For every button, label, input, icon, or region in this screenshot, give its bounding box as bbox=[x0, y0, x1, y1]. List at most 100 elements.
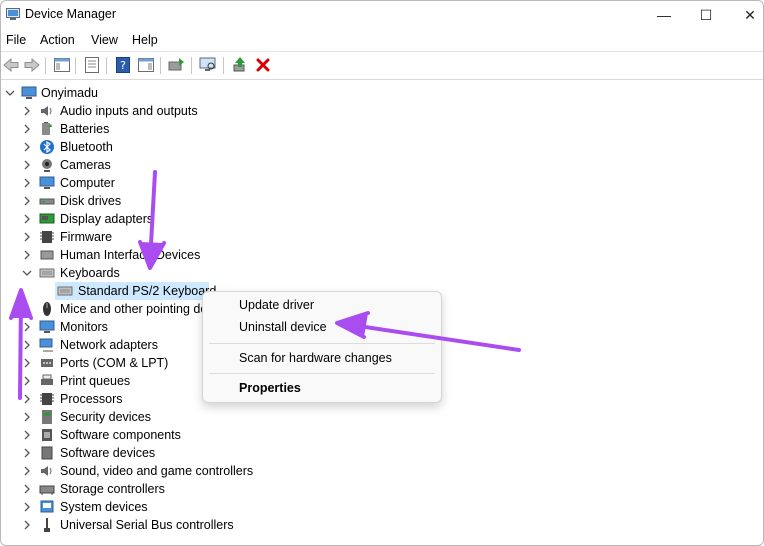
tree-category-item[interactable]: Security devices bbox=[1, 408, 401, 426]
menu-file[interactable]: File bbox=[6, 33, 26, 47]
menu-bar: File Action View Help bbox=[1, 29, 763, 52]
chevron-right-icon[interactable] bbox=[22, 448, 32, 458]
chevron-right-icon[interactable] bbox=[22, 412, 32, 422]
scan-hardware-icon[interactable] bbox=[199, 56, 217, 74]
chevron-right-icon[interactable] bbox=[22, 160, 32, 170]
tree-item-label: Human Interface Devices bbox=[60, 248, 201, 262]
chevron-right-icon[interactable] bbox=[22, 430, 32, 440]
tree-category-item[interactable]: Human Interface Devices bbox=[1, 246, 401, 264]
computer-icon bbox=[21, 86, 37, 99]
chevron-right-icon[interactable] bbox=[22, 250, 32, 260]
uninstall-device-menu-item[interactable]: Uninstall device bbox=[239, 320, 327, 334]
tree-category-item[interactable]: Cameras bbox=[1, 156, 401, 174]
tree-category-item[interactable]: System devices bbox=[1, 498, 401, 516]
close-button[interactable]: ✕ bbox=[727, 3, 763, 27]
tree-item-label: Software devices bbox=[60, 446, 156, 460]
menu-action[interactable]: Action bbox=[40, 33, 75, 47]
tree-item-label: Universal Serial Bus controllers bbox=[60, 518, 234, 532]
tree-category-item[interactable]: Keyboards bbox=[1, 264, 401, 282]
tree-item-label: Software components bbox=[60, 428, 181, 442]
tree-category-item[interactable]: Firmware bbox=[1, 228, 401, 246]
chevron-down-icon[interactable] bbox=[22, 268, 32, 278]
update-driver-icon[interactable] bbox=[168, 56, 186, 74]
speaker-icon bbox=[41, 106, 52, 116]
tree-item-label: Firmware bbox=[60, 230, 113, 244]
chevron-right-icon[interactable] bbox=[22, 466, 32, 476]
tree-item-label: Storage controllers bbox=[60, 482, 165, 496]
chevron-right-icon[interactable] bbox=[22, 358, 32, 368]
tree-category-item[interactable]: Storage controllers bbox=[1, 480, 401, 498]
tree-category-item[interactable]: Audio inputs and outputs bbox=[1, 102, 401, 120]
bluetooth-icon bbox=[40, 140, 54, 154]
port-icon bbox=[41, 359, 53, 367]
tree-category-item[interactable]: Display adapters bbox=[1, 210, 401, 228]
tree-category-item[interactable]: Software devices bbox=[1, 444, 401, 462]
chevron-right-icon[interactable] bbox=[22, 214, 32, 224]
monitor-icon bbox=[39, 176, 55, 189]
chevron-right-icon[interactable] bbox=[22, 124, 32, 134]
chevron-down-icon[interactable] bbox=[5, 88, 15, 98]
show-hide-console-tree-icon[interactable] bbox=[53, 56, 71, 74]
tree-category-item[interactable]: Software components bbox=[1, 426, 401, 444]
menu-separator bbox=[209, 343, 435, 344]
tree-item-label: Display adapters bbox=[60, 212, 154, 226]
window-title: Device Manager bbox=[25, 7, 117, 21]
tree-category-item[interactable]: Computer bbox=[1, 174, 401, 192]
chevron-right-icon[interactable] bbox=[22, 376, 32, 386]
tree-item-label: Bluetooth bbox=[60, 140, 113, 154]
minimize-icon: — bbox=[657, 7, 671, 23]
back-icon[interactable] bbox=[2, 56, 20, 74]
close-icon: ✕ bbox=[744, 6, 756, 23]
menu-help[interactable]: Help bbox=[132, 33, 158, 47]
toolbar-separator bbox=[45, 57, 46, 74]
software-device-icon bbox=[41, 446, 53, 460]
toolbar: ? bbox=[1, 52, 763, 80]
tree-item-label: Ports (COM & LPT) bbox=[60, 356, 169, 370]
chevron-right-icon[interactable] bbox=[22, 394, 32, 404]
tree-category-item[interactable]: Universal Serial Bus controllers bbox=[1, 516, 401, 534]
chevron-right-icon[interactable] bbox=[22, 322, 32, 332]
minimize-button[interactable]: — bbox=[641, 3, 687, 27]
chevron-right-icon[interactable] bbox=[22, 502, 32, 512]
chip-icon bbox=[40, 231, 54, 243]
chevron-right-icon[interactable] bbox=[22, 178, 32, 188]
title-bar: Device Manager — ☐ ✕ bbox=[1, 1, 763, 29]
tree-item-label: System devices bbox=[60, 500, 148, 514]
enable-device-icon[interactable] bbox=[231, 56, 249, 74]
chevron-right-icon[interactable] bbox=[22, 340, 32, 350]
hid-icon bbox=[40, 250, 54, 260]
speaker-icon bbox=[41, 466, 52, 476]
tree-category-item[interactable]: Sound, video and game controllers bbox=[1, 462, 401, 480]
tree-category-item[interactable]: Batteries bbox=[1, 120, 401, 138]
security-device-icon bbox=[42, 410, 52, 424]
help-icon[interactable]: ? bbox=[114, 56, 132, 74]
forward-icon[interactable] bbox=[23, 56, 41, 74]
tree-root[interactable]: Onyimadu bbox=[1, 84, 401, 102]
network-icon bbox=[39, 338, 53, 352]
menu-separator bbox=[209, 373, 435, 374]
uninstall-device-icon[interactable] bbox=[254, 56, 272, 74]
properties-menu-item[interactable]: Properties bbox=[239, 381, 301, 395]
tree-item-label: Computer bbox=[60, 176, 115, 190]
chevron-right-icon[interactable] bbox=[22, 232, 32, 242]
chevron-right-icon[interactable] bbox=[22, 106, 32, 116]
chevron-right-icon[interactable] bbox=[22, 520, 32, 530]
action-pane-icon[interactable] bbox=[137, 56, 155, 74]
scan-hardware-menu-item[interactable]: Scan for hardware changes bbox=[239, 351, 392, 365]
tree-item-label: Keyboards bbox=[60, 266, 120, 280]
properties-icon[interactable] bbox=[83, 56, 101, 74]
tree-item-label: Disk drives bbox=[60, 194, 122, 208]
update-driver-menu-item[interactable]: Update driver bbox=[239, 298, 314, 312]
maximize-button[interactable]: ☐ bbox=[683, 3, 729, 27]
chevron-right-icon[interactable] bbox=[22, 196, 32, 206]
battery-icon bbox=[42, 122, 52, 135]
chevron-right-icon[interactable] bbox=[22, 142, 32, 152]
printer-icon bbox=[41, 374, 53, 385]
disk-drive-icon bbox=[39, 198, 55, 205]
mouse-icon bbox=[43, 302, 51, 316]
menu-view[interactable]: View bbox=[91, 33, 118, 47]
chevron-right-icon[interactable] bbox=[22, 304, 32, 314]
tree-category-item[interactable]: Bluetooth bbox=[1, 138, 401, 156]
tree-category-item[interactable]: Disk drives bbox=[1, 192, 401, 210]
chevron-right-icon[interactable] bbox=[22, 484, 32, 494]
